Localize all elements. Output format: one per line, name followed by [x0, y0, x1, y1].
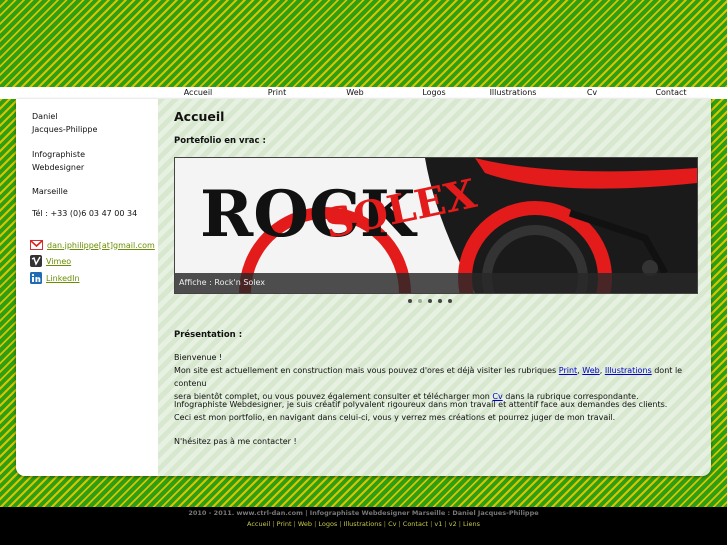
contact-invite: N'hésitez pas à me contacter ! — [174, 437, 297, 446]
footer-link-web[interactable]: Web — [298, 520, 312, 528]
nav-accueil[interactable]: Accueil — [184, 88, 213, 97]
vimeo-icon — [30, 255, 42, 267]
vimeo-link[interactable]: Vimeo — [30, 255, 71, 267]
about-line-2: Ceci est mon portfolio, en navigant dans… — [174, 413, 616, 422]
footer-copyright: 2010 - 2011. www.ctrl-dan.com | Infograp… — [188, 509, 539, 517]
footer-links: Accueil | Print | Web | Logos | Illustra… — [247, 520, 480, 528]
footer: 2010 - 2011. www.ctrl-dan.com | Infograp… — [0, 507, 727, 545]
page-title: Accueil — [174, 109, 225, 124]
sidebar-phone: Tél : +33 (0)6 03 47 00 34 — [32, 209, 138, 218]
presentation-heading: Présentation : — [174, 330, 243, 340]
nav-contact[interactable]: Contact — [655, 88, 686, 97]
nav-print[interactable]: Print — [268, 88, 286, 97]
link-illustrations[interactable]: Illustrations — [605, 366, 652, 375]
footer-link-v2[interactable]: v2 — [449, 520, 457, 528]
footer-link-liens[interactable]: Liens — [463, 520, 480, 528]
footer-link-accueil[interactable]: Accueil — [247, 520, 270, 528]
portfolio-heading: Portefolio en vrac : — [174, 136, 266, 146]
footer-link-illustrations[interactable]: Illustrations — [344, 520, 382, 528]
intro-line-1: Bienvenue ! — [174, 353, 223, 362]
linkedin-icon — [30, 272, 42, 284]
content-area: Accueil Portefolio en vrac : ROCK SOLEX … — [158, 99, 711, 476]
sidebar-city: Marseille — [32, 187, 68, 196]
intro-line-2: Mon site est actuellement en constructio… — [174, 366, 683, 388]
footer-link-contact[interactable]: Contact — [403, 520, 428, 528]
intro-paragraph: Bienvenue ! Mon site est actuellement en… — [174, 351, 709, 403]
gmail-icon — [30, 240, 43, 250]
slider-dot[interactable] — [408, 299, 412, 303]
main-panel: Daniel Jacques-Philippe Infographiste We… — [16, 99, 711, 476]
email-label: dan.jphilippe[at]gmail.com — [47, 240, 155, 250]
top-nav: Accueil Print Web Logos Illustrations Cv… — [0, 87, 727, 99]
footer-link-logos[interactable]: Logos — [318, 520, 337, 528]
nav-logos[interactable]: Logos — [422, 88, 445, 97]
sidebar-job-1: Infographiste — [32, 150, 86, 159]
vimeo-label: Vimeo — [46, 256, 72, 266]
nav-illustrations[interactable]: Illustrations — [490, 88, 537, 97]
link-print[interactable]: Print — [559, 366, 577, 375]
slider-dot[interactable] — [428, 299, 432, 303]
about-line-1: Infographiste Webdesigner, je suis créat… — [174, 400, 668, 409]
sidebar: Daniel Jacques-Philippe Infographiste We… — [16, 99, 158, 476]
sidebar-name-first: Daniel — [32, 112, 58, 121]
slider-caption: Affiche : Rock'n Solex — [175, 273, 697, 293]
link-web[interactable]: Web — [582, 366, 599, 375]
sidebar-job-2: Webdesigner — [32, 163, 85, 172]
slider-dots — [408, 299, 452, 303]
slider-dot[interactable] — [438, 299, 442, 303]
email-link[interactable]: dan.jphilippe[at]gmail.com — [30, 240, 155, 250]
nav-web[interactable]: Web — [346, 88, 363, 97]
about-paragraph: Infographiste Webdesigner, je suis créat… — [174, 398, 709, 424]
footer-link-print[interactable]: Print — [277, 520, 292, 528]
portfolio-slider[interactable]: ROCK SOLEX Affiche : Rock'n Solex — [174, 157, 698, 294]
sidebar-name-last: Jacques-Philippe — [32, 125, 98, 134]
linkedin-link[interactable]: LinkedIn — [30, 272, 80, 284]
slider-dot-active[interactable] — [418, 299, 422, 303]
slider-dot[interactable] — [448, 299, 452, 303]
nav-cv[interactable]: Cv — [587, 88, 597, 97]
linkedin-label: LinkedIn — [46, 273, 80, 283]
